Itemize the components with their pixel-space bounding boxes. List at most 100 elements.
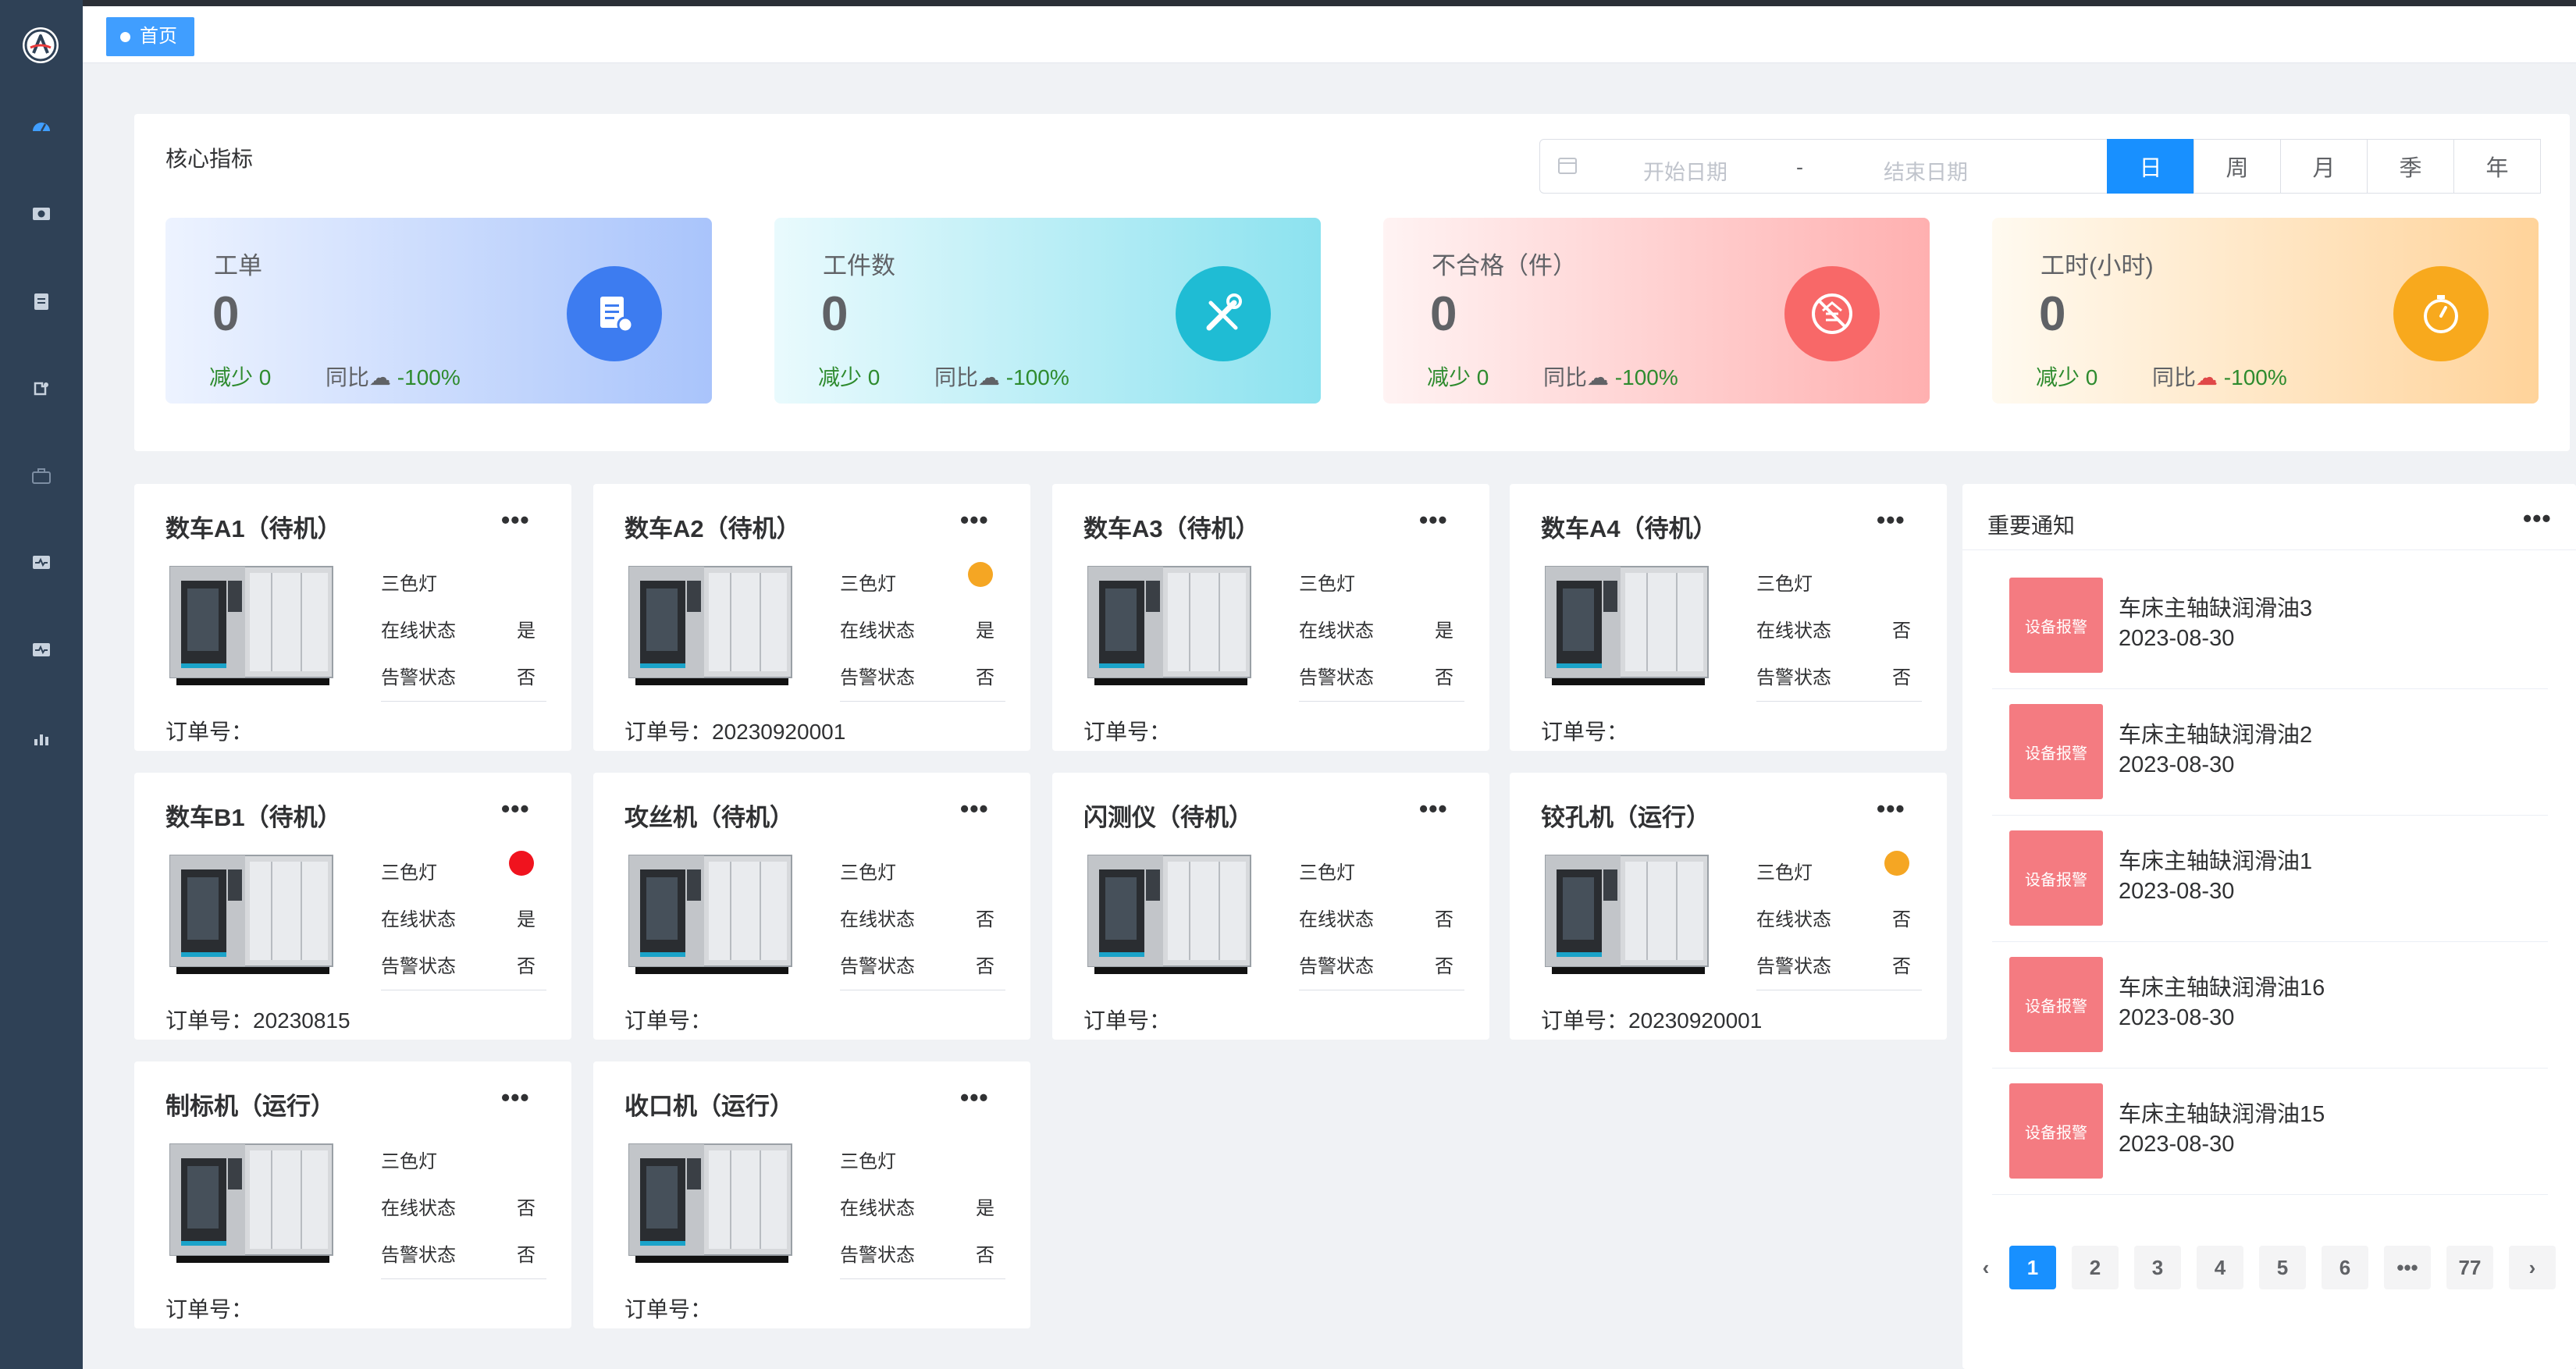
machine-card[interactable]: 制标机（运行） ••• 三色灯 在线状态 告警状态 否 否 订单号： — [134, 1061, 571, 1328]
alarm-status-value: 否 — [1892, 667, 1911, 688]
machine-more-button[interactable]: ••• — [1419, 506, 1448, 535]
machine-image — [621, 846, 796, 976]
divider — [1299, 701, 1464, 702]
online-status-label: 在线状态 — [381, 909, 456, 930]
page-button-5[interactable]: 5 — [2259, 1246, 2306, 1289]
kpi-decrease: 减少 0 — [1427, 365, 1489, 389]
kpi-yoy: 同比☁ -100% — [934, 361, 1069, 392]
online-status-value: 是 — [1435, 620, 1453, 642]
active-dot-icon — [120, 31, 130, 42]
tab-home[interactable]: 首页 — [106, 17, 194, 56]
kpi-card-work-hours[interactable]: 工时(小时) 0 减少 0 同比☁ -100% — [1992, 218, 2539, 404]
page-button-77[interactable]: 77 — [2446, 1246, 2493, 1289]
period-month-button[interactable]: 月 — [2280, 139, 2368, 194]
monitor-pulse-icon[interactable] — [30, 553, 52, 574]
machine-card[interactable]: 数车A4（待机） ••• 三色灯 在线状态 告警状态 否 否 订单号： — [1510, 484, 1947, 751]
plugin-icon[interactable] — [30, 378, 52, 400]
alarm-badge: 设备报警 — [2009, 578, 2103, 673]
end-date-input[interactable]: 结束日期 — [1884, 155, 1968, 186]
notice-item[interactable]: 设备报警 车床主轴缺润滑油1 2023-08-30 — [1992, 815, 2548, 942]
window-top-border — [0, 0, 2576, 6]
logo-icon[interactable] — [23, 27, 59, 63]
machine-card[interactable]: 收口机（运行） ••• 三色灯 在线状态 告警状态 是 否 订单号： — [593, 1061, 1030, 1328]
order-number: 订单号： — [165, 720, 254, 744]
machine-more-button[interactable]: ••• — [1877, 795, 1905, 823]
period-year-button[interactable]: 年 — [2453, 139, 2541, 194]
chart-icon[interactable] — [30, 727, 52, 749]
start-date-input[interactable]: 开始日期 — [1643, 155, 1727, 186]
machine-card[interactable]: 攻丝机（待机） ••• 三色灯 在线状态 告警状态 否 否 订单号： — [593, 773, 1030, 1040]
cloud-down-icon: ☁ — [369, 365, 392, 389]
online-status-label: 在线状态 — [1756, 909, 1831, 930]
machine-more-button[interactable]: ••• — [501, 1083, 530, 1112]
machine-name: 攻丝机（待机） — [624, 804, 794, 831]
kpi-card-workpieces[interactable]: 工件数 0 减少 0 同比☁ -100% — [774, 218, 1321, 404]
tri-light-label: 三色灯 — [1756, 574, 1813, 595]
alarm-status-label: 告警状态 — [1756, 667, 1831, 688]
page-button-2[interactable]: 2 — [2072, 1246, 2119, 1289]
divider — [381, 701, 546, 702]
online-status-value: 是 — [517, 909, 535, 930]
period-selector: 日 周 月 季 年 — [2107, 139, 2541, 194]
notice-item[interactable]: 设备报警 车床主轴缺润滑油3 2023-08-30 — [1992, 562, 2548, 689]
machine-card[interactable]: 闪测仪（待机） ••• 三色灯 在线状态 告警状态 否 否 订单号： — [1052, 773, 1489, 1040]
online-status-label: 在线状态 — [1299, 909, 1374, 930]
notice-item[interactable]: 设备报警 车床主轴缺润滑油15 2023-08-30 — [1992, 1068, 2548, 1195]
cloud-down-icon: ☁ — [1587, 365, 1610, 389]
alarm-status-value: 否 — [976, 956, 994, 977]
machine-card[interactable]: 数车B1（待机） ••• 三色灯 在线状态 告警状态 是 否 订单号：20230… — [134, 773, 571, 1040]
machine-more-button[interactable]: ••• — [1877, 506, 1905, 535]
kpi-value: 0 — [212, 287, 240, 341]
camera-icon[interactable] — [30, 203, 52, 225]
online-status-value: 是 — [976, 620, 994, 642]
online-status-value: 是 — [976, 1198, 994, 1219]
dashboard-icon[interactable] — [30, 116, 52, 137]
period-week-button[interactable]: 周 — [2194, 139, 2281, 194]
machine-card[interactable]: 铰孔机（运行） ••• 三色灯 在线状态 告警状态 否 否 订单号：202309… — [1510, 773, 1947, 1040]
order-number: 订单号：20230920001 — [1541, 1008, 1763, 1033]
period-quarter-button[interactable]: 季 — [2367, 139, 2454, 194]
machine-card[interactable]: 数车A1（待机） ••• 三色灯 在线状态 告警状态 是 否 订单号： — [134, 484, 571, 751]
tools-icon — [1176, 266, 1271, 361]
tri-light-indicator — [968, 562, 993, 587]
alarm-status-label: 告警状态 — [840, 1245, 915, 1266]
kpi-card-work-orders[interactable]: 工单 0 减少 0 同比☁ -100% — [165, 218, 712, 404]
machine-more-button[interactable]: ••• — [501, 795, 530, 823]
machine-more-button[interactable]: ••• — [501, 506, 530, 535]
machine-card[interactable]: 数车A2（待机） ••• 三色灯 在线状态 告警状态 是 否 订单号：20230… — [593, 484, 1030, 751]
machine-more-button[interactable]: ••• — [1419, 795, 1448, 823]
monitor-pulse-icon[interactable] — [30, 640, 52, 662]
order-number: 订单号： — [1083, 1008, 1172, 1033]
kpi-yoy-label: 同比 — [2152, 365, 2197, 389]
machine-image — [1538, 846, 1713, 976]
page-button-4[interactable]: 4 — [2197, 1246, 2243, 1289]
alarm-badge: 设备报警 — [2009, 704, 2103, 799]
page-ellipsis[interactable]: ••• — [2384, 1246, 2431, 1289]
page-button-6[interactable]: 6 — [2322, 1246, 2368, 1289]
notice-text: 车床主轴缺润滑油1 — [2119, 849, 2313, 874]
notice-item[interactable]: 设备报警 车床主轴缺润滑油2 2023-08-30 — [1992, 688, 2548, 816]
order-number: 订单号： — [1541, 720, 1629, 744]
machine-more-button[interactable]: ••• — [960, 506, 989, 535]
page-button-1[interactable]: 1 — [2009, 1246, 2056, 1289]
kpi-title: 工单 — [214, 252, 262, 279]
prev-page-button[interactable]: ‹ — [1962, 1246, 2009, 1289]
online-status-value: 否 — [1892, 620, 1911, 642]
machine-more-button[interactable]: ••• — [960, 1083, 989, 1112]
page-button-3[interactable]: 3 — [2134, 1246, 2181, 1289]
next-page-button[interactable]: › — [2509, 1246, 2556, 1289]
notice-more-button[interactable]: ••• — [2523, 504, 2552, 533]
kpi-card-rejects[interactable]: 不合格（件） 0 减少 0 同比☁ -100% — [1383, 218, 1930, 404]
notice-panel: 重要通知 ••• 设备报警 车床主轴缺润滑油3 2023-08-30 设备报警 车… — [1962, 484, 2576, 1369]
clipboard-icon[interactable] — [30, 290, 52, 312]
machine-more-button[interactable]: ••• — [960, 795, 989, 823]
alarm-status-label: 告警状态 — [1299, 667, 1374, 688]
machine-card[interactable]: 数车A3（待机） ••• 三色灯 在线状态 告警状态 是 否 订单号： — [1052, 484, 1489, 751]
kpi-value: 0 — [2039, 287, 2066, 341]
period-day-button[interactable]: 日 — [2107, 139, 2194, 194]
pagination: ‹ 1 2 3 4 5 6 ••• 77 › — [1962, 1246, 2576, 1293]
order-number: 订单号： — [1083, 720, 1172, 744]
tri-light-label: 三色灯 — [840, 862, 896, 884]
briefcase-icon[interactable] — [30, 465, 52, 487]
notice-item[interactable]: 设备报警 车床主轴缺润滑油16 2023-08-30 — [1992, 941, 2548, 1069]
